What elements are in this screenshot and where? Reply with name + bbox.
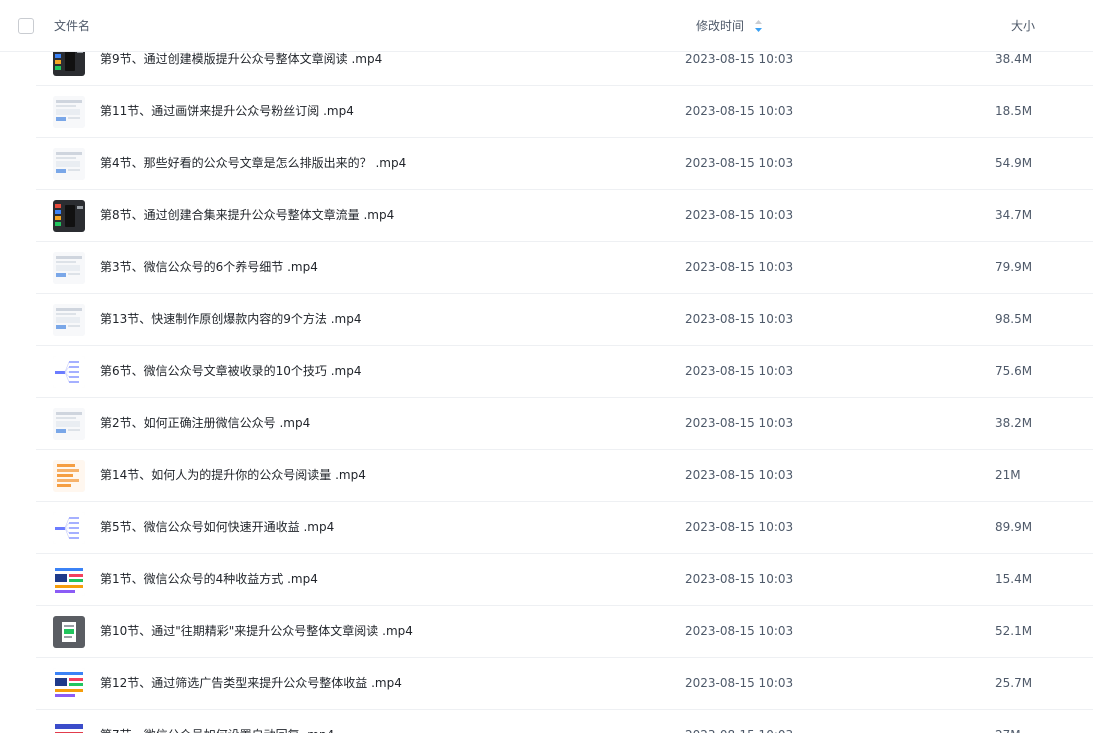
file-modified-time: 2023-08-15 10:03 bbox=[685, 312, 794, 326]
file-modified-time: 2023-08-15 10:03 bbox=[685, 52, 794, 66]
file-row[interactable]: 第11节、通过画饼来提升公众号粉丝订阅 .mp4 2023-08-15 10:03… bbox=[36, 86, 1093, 138]
file-name[interactable]: 第14节、如何人为的提升你的公众号阅读量 .mp4 bbox=[100, 467, 366, 483]
orange-video-thumbnail bbox=[53, 460, 85, 492]
file-modified-time: 2023-08-15 10:03 bbox=[685, 676, 794, 690]
file-modified-time: 2023-08-15 10:03 bbox=[685, 260, 794, 274]
file-name[interactable]: 第10节、通过"往期精彩"来提升公众号整体文章阅读 .mp4 bbox=[100, 623, 413, 639]
light-video-thumbnail bbox=[53, 304, 85, 336]
file-size: 34.7M bbox=[995, 208, 1033, 222]
file-row[interactable]: 第10节、通过"往期精彩"来提升公众号整体文章阅读 .mp4 2023-08-15… bbox=[36, 606, 1093, 658]
dark-video-thumbnail bbox=[53, 200, 85, 232]
file-size: 27M bbox=[995, 727, 1021, 733]
file-row[interactable]: 第4节、那些好看的公众号文章是怎么排版出来的？ .mp4 2023-08-15 1… bbox=[36, 138, 1093, 190]
file-rows: 第9节、通过创建模版提升公众号整体文章阅读 .mp4 2023-08-15 10:… bbox=[0, 34, 1093, 733]
file-row[interactable]: 第3节、微信公众号的6个养号细节 .mp4 2023-08-15 10:03 79.… bbox=[36, 242, 1093, 294]
file-name[interactable]: 第1节、微信公众号的4种收益方式 .mp4 bbox=[100, 571, 318, 587]
file-modified-time: 2023-08-15 10:03 bbox=[685, 208, 794, 222]
file-size: 54.9M bbox=[995, 156, 1033, 170]
file-size: 98.5M bbox=[995, 312, 1033, 326]
file-row[interactable]: 第5节、微信公众号如何快速开通收益 .mp4 2023-08-15 10:03 89… bbox=[36, 502, 1093, 554]
file-size: 21M bbox=[995, 468, 1021, 482]
file-modified-time: 2023-08-15 10:03 bbox=[685, 520, 794, 534]
file-name[interactable]: 第3节、微信公众号的6个养号细节 .mp4 bbox=[100, 259, 318, 275]
mindmap-video-thumbnail bbox=[53, 356, 85, 388]
light-video-thumbnail bbox=[53, 148, 85, 180]
red-blue-video-thumbnail bbox=[53, 720, 85, 733]
file-modified-time: 2023-08-15 10:03 bbox=[685, 156, 794, 170]
file-row[interactable]: 第14节、如何人为的提升你的公众号阅读量 .mp4 2023-08-15 10:0… bbox=[36, 450, 1093, 502]
colorful-video-thumbnail bbox=[53, 668, 85, 700]
file-modified-time: 2023-08-15 10:03 bbox=[685, 727, 793, 733]
file-modified-time: 2023-08-15 10:03 bbox=[685, 104, 794, 118]
file-size: 79.9M bbox=[995, 260, 1033, 274]
colorful-video-thumbnail bbox=[53, 564, 85, 596]
file-row[interactable]: 第1节、微信公众号的4种收益方式 .mp4 2023-08-15 10:03 15.… bbox=[36, 554, 1093, 606]
file-size: 25.7M bbox=[995, 676, 1033, 690]
file-name[interactable]: 第7节、微信公众号如何设置自动回复 .mp4 bbox=[100, 727, 334, 733]
file-modified-time: 2023-08-15 10:03 bbox=[685, 572, 794, 586]
file-list: 第9节、通过创建模版提升公众号整体文章阅读 .mp4 2023-08-15 10:… bbox=[0, 0, 1093, 733]
file-row[interactable]: 第7节、微信公众号如何设置自动回复 .mp4 2023-08-15 10:03 27… bbox=[36, 710, 1093, 733]
mindmap-video-thumbnail bbox=[53, 512, 85, 544]
file-row[interactable]: 第6节、微信公众号文章被收录的10个技巧 .mp4 2023-08-15 10:0… bbox=[36, 346, 1093, 398]
file-size: 38.4M bbox=[995, 52, 1033, 66]
file-modified-time: 2023-08-15 10:03 bbox=[685, 624, 794, 638]
file-name[interactable]: 第12节、通过筛选广告类型来提升公众号整体收益 .mp4 bbox=[100, 675, 402, 691]
file-modified-time: 2023-08-15 10:03 bbox=[685, 468, 794, 482]
file-size: 15.4M bbox=[995, 572, 1033, 586]
select-all-checkbox[interactable] bbox=[18, 18, 34, 34]
file-size: 89.9M bbox=[995, 520, 1033, 534]
file-row[interactable]: 第12节、通过筛选广告类型来提升公众号整体收益 .mp4 2023-08-15 1… bbox=[36, 658, 1093, 710]
gray-video-thumbnail bbox=[53, 616, 85, 648]
file-name[interactable]: 第9节、通过创建模版提升公众号整体文章阅读 .mp4 bbox=[100, 51, 382, 67]
file-name[interactable]: 第13节、快速制作原创爆款内容的9个方法 .mp4 bbox=[100, 311, 361, 327]
file-row[interactable]: 第13节、快速制作原创爆款内容的9个方法 .mp4 2023-08-15 10:0… bbox=[36, 294, 1093, 346]
file-name[interactable]: 第8节、通过创建合集来提升公众号整体文章流量 .mp4 bbox=[100, 207, 394, 223]
file-modified-time: 2023-08-15 10:03 bbox=[685, 364, 794, 378]
light-video-thumbnail bbox=[53, 408, 85, 440]
file-name[interactable]: 第4节、那些好看的公众号文章是怎么排版出来的？ .mp4 bbox=[100, 155, 406, 171]
file-size: 75.6M bbox=[995, 364, 1033, 378]
light-video-thumbnail bbox=[53, 96, 85, 128]
file-size: 18.5M bbox=[995, 104, 1033, 118]
file-name[interactable]: 第2节、如何正确注册微信公众号 .mp4 bbox=[100, 415, 310, 431]
file-row[interactable]: 第8节、通过创建合集来提升公众号整体文章流量 .mp4 2023-08-15 10… bbox=[36, 190, 1093, 242]
file-name[interactable]: 第6节、微信公众号文章被收录的10个技巧 .mp4 bbox=[100, 363, 361, 379]
file-row[interactable]: 第2节、如何正确注册微信公众号 .mp4 2023-08-15 10:03 38.2… bbox=[36, 398, 1093, 450]
file-modified-time: 2023-08-15 10:03 bbox=[685, 416, 794, 430]
column-header-name[interactable]: 文件名 bbox=[54, 18, 90, 34]
sort-desc-icon[interactable] bbox=[754, 19, 763, 33]
file-size: 52.1M bbox=[995, 624, 1033, 638]
list-header: 文件名 修改时间 大小 bbox=[0, 0, 1093, 52]
file-size: 38.2M bbox=[995, 416, 1033, 430]
light-video-thumbnail bbox=[53, 252, 85, 284]
file-name[interactable]: 第5节、微信公众号如何快速开通收益 .mp4 bbox=[100, 519, 334, 535]
file-name[interactable]: 第11节、通过画饼来提升公众号粉丝订阅 .mp4 bbox=[100, 103, 354, 119]
column-header-modified-time[interactable]: 修改时间 bbox=[696, 18, 744, 34]
column-header-size[interactable]: 大小 bbox=[1011, 18, 1035, 34]
